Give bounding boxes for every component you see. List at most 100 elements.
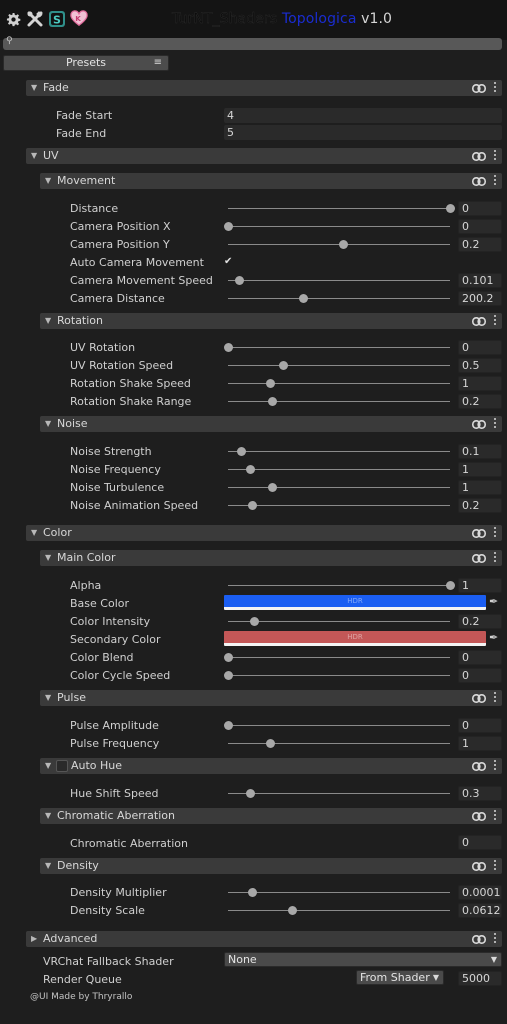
camera-movement-speed-slider-knob[interactable] bbox=[234, 276, 244, 285]
menu-dots-icon[interactable] bbox=[494, 810, 497, 822]
menu-dots-icon[interactable] bbox=[494, 175, 497, 187]
noise-frequency-slider-track[interactable] bbox=[228, 469, 450, 470]
uv-rotation-field[interactable]: 0 bbox=[458, 340, 502, 355]
camera-position-x-slider-knob[interactable] bbox=[223, 222, 233, 231]
color-blend-slider-knob[interactable] bbox=[223, 653, 233, 662]
noise-turbulence-slider-track[interactable] bbox=[228, 487, 450, 488]
color-blend-slider-track[interactable] bbox=[228, 657, 450, 658]
color-cycle-speed-slider-track[interactable] bbox=[228, 675, 450, 676]
rotation-shake-range-slider-knob[interactable] bbox=[267, 397, 277, 406]
menu-dots-icon[interactable] bbox=[494, 760, 497, 772]
section-auto-hue-header[interactable]: ▼ Auto Hue bbox=[40, 758, 502, 774]
noise-frequency-field[interactable]: 1 bbox=[458, 462, 502, 477]
section-density-header[interactable]: ▼ Density bbox=[40, 858, 502, 874]
color-intensity-slider-track[interactable] bbox=[228, 621, 450, 622]
fade-end-field[interactable]: 5 bbox=[224, 125, 502, 140]
chromatic-aberration-field[interactable]: 0 bbox=[458, 835, 502, 850]
distance-slider-track[interactable] bbox=[228, 208, 450, 209]
eyedropper-icon[interactable]: ✒ bbox=[489, 595, 498, 608]
menu-dots-icon[interactable] bbox=[494, 933, 497, 945]
fade-start-field[interactable]: 4 bbox=[224, 108, 502, 123]
render-queue-mode-dropdown[interactable]: From Shader ▼ bbox=[356, 970, 444, 985]
rotation-shake-speed-field[interactable]: 1 bbox=[458, 376, 502, 391]
rotation-shake-speed-slider-track[interactable] bbox=[228, 383, 450, 384]
hue-shift-speed-slider-knob[interactable] bbox=[245, 789, 255, 798]
pulse-frequency-slider-track[interactable] bbox=[228, 743, 450, 744]
link-icon[interactable] bbox=[472, 316, 486, 327]
secondary-color-swatch[interactable]: HDR bbox=[224, 631, 486, 646]
section-advanced-header[interactable]: ▶ Advanced bbox=[26, 931, 502, 947]
color-cycle-speed-field[interactable]: 0 bbox=[458, 668, 502, 683]
color-intensity-field[interactable]: 0.2 bbox=[458, 614, 502, 629]
noise-animation-speed-field[interactable]: 0.2 bbox=[458, 498, 502, 513]
noise-turbulence-slider-knob[interactable] bbox=[267, 483, 277, 492]
noise-frequency-slider-knob[interactable] bbox=[245, 465, 255, 474]
distance-slider-knob[interactable] bbox=[445, 204, 455, 213]
density-scale-slider-track[interactable] bbox=[228, 910, 450, 911]
rotation-shake-range-slider-track[interactable] bbox=[228, 401, 450, 402]
noise-animation-speed-slider-track[interactable] bbox=[228, 505, 450, 506]
section-color-header[interactable]: ▼ Color bbox=[26, 525, 502, 541]
link-icon[interactable] bbox=[472, 151, 486, 162]
link-icon[interactable] bbox=[472, 528, 486, 539]
camera-position-y-field[interactable]: 0.2 bbox=[458, 237, 502, 252]
search-input[interactable]: ⚲ bbox=[3, 36, 502, 50]
color-intensity-slider-knob[interactable] bbox=[250, 617, 260, 626]
density-scale-slider-knob[interactable] bbox=[287, 906, 297, 915]
noise-strength-slider-track[interactable] bbox=[228, 451, 450, 452]
menu-dots-icon[interactable] bbox=[494, 860, 497, 872]
link-icon[interactable] bbox=[472, 83, 486, 94]
noise-turbulence-field[interactable]: 1 bbox=[458, 480, 502, 495]
base-color-swatch[interactable]: HDR bbox=[224, 595, 486, 610]
section-chromatic-header[interactable]: ▼ Chromatic Aberration bbox=[40, 808, 502, 824]
noise-strength-field[interactable]: 0.1 bbox=[458, 444, 502, 459]
density-multiplier-slider-knob[interactable] bbox=[247, 888, 257, 897]
camera-distance-slider-track[interactable] bbox=[228, 298, 450, 299]
link-icon[interactable] bbox=[472, 761, 486, 772]
pulse-amplitude-field[interactable]: 0 bbox=[458, 718, 502, 733]
noise-strength-slider-knob[interactable] bbox=[236, 447, 246, 456]
link-icon[interactable] bbox=[472, 693, 486, 704]
section-main-color-header[interactable]: ▼ Main Color bbox=[40, 550, 502, 566]
hue-shift-speed-slider-track[interactable] bbox=[228, 793, 450, 794]
camera-movement-speed-field[interactable]: 0.101 bbox=[458, 273, 502, 288]
uv-rotation-speed-slider-knob[interactable] bbox=[279, 361, 288, 370]
uv-rotation-speed-slider-track[interactable] bbox=[228, 365, 450, 366]
link-icon[interactable] bbox=[472, 811, 486, 822]
menu-dots-icon[interactable] bbox=[494, 552, 497, 564]
section-movement-header[interactable]: ▼ Movement bbox=[40, 173, 502, 189]
menu-dots-icon[interactable] bbox=[494, 527, 497, 539]
section-rotation-header[interactable]: ▼ Rotation bbox=[40, 313, 502, 329]
hue-shift-speed-field[interactable]: 0.3 bbox=[458, 786, 502, 801]
menu-dots-icon[interactable] bbox=[494, 82, 497, 94]
camera-movement-speed-slider-track[interactable] bbox=[228, 280, 450, 281]
link-icon[interactable] bbox=[472, 176, 486, 187]
rotation-shake-range-field[interactable]: 0.2 bbox=[458, 394, 502, 409]
uv-rotation-slider-knob[interactable] bbox=[223, 343, 233, 352]
camera-distance-slider-knob[interactable] bbox=[298, 294, 308, 303]
density-scale-field[interactable]: 0.06125 bbox=[458, 903, 502, 918]
camera-distance-field[interactable]: 200.2 bbox=[458, 291, 502, 306]
link-icon[interactable] bbox=[472, 419, 486, 430]
auto-hue-toggle[interactable] bbox=[56, 760, 68, 772]
alpha-slider-track[interactable] bbox=[228, 585, 450, 586]
pulse-amplitude-slider-track[interactable] bbox=[228, 725, 450, 726]
section-pulse-header[interactable]: ▼ Pulse bbox=[40, 690, 502, 706]
camera-position-x-slider-track[interactable] bbox=[228, 226, 450, 227]
uv-rotation-slider-track[interactable] bbox=[228, 347, 450, 348]
pulse-frequency-slider-knob[interactable] bbox=[265, 739, 275, 748]
link-icon[interactable] bbox=[472, 553, 486, 564]
section-uv-header[interactable]: ▼ UV bbox=[26, 148, 502, 164]
link-icon[interactable] bbox=[472, 861, 486, 872]
eyedropper-icon[interactable]: ✒ bbox=[489, 631, 498, 644]
uv-rotation-speed-field[interactable]: 0.5 bbox=[458, 358, 502, 373]
gear-icon[interactable] bbox=[4, 10, 22, 28]
menu-dots-icon[interactable] bbox=[494, 150, 497, 162]
rotation-shake-speed-slider-knob[interactable] bbox=[265, 379, 275, 388]
alpha-slider-knob[interactable] bbox=[445, 581, 455, 590]
pulse-frequency-field[interactable]: 1 bbox=[458, 736, 502, 751]
color-cycle-speed-slider-knob[interactable] bbox=[223, 671, 233, 680]
pulse-amplitude-slider-knob[interactable] bbox=[223, 721, 233, 730]
density-multiplier-slider-track[interactable] bbox=[228, 892, 450, 893]
presets-button[interactable]: Presets ≡ bbox=[3, 55, 169, 71]
